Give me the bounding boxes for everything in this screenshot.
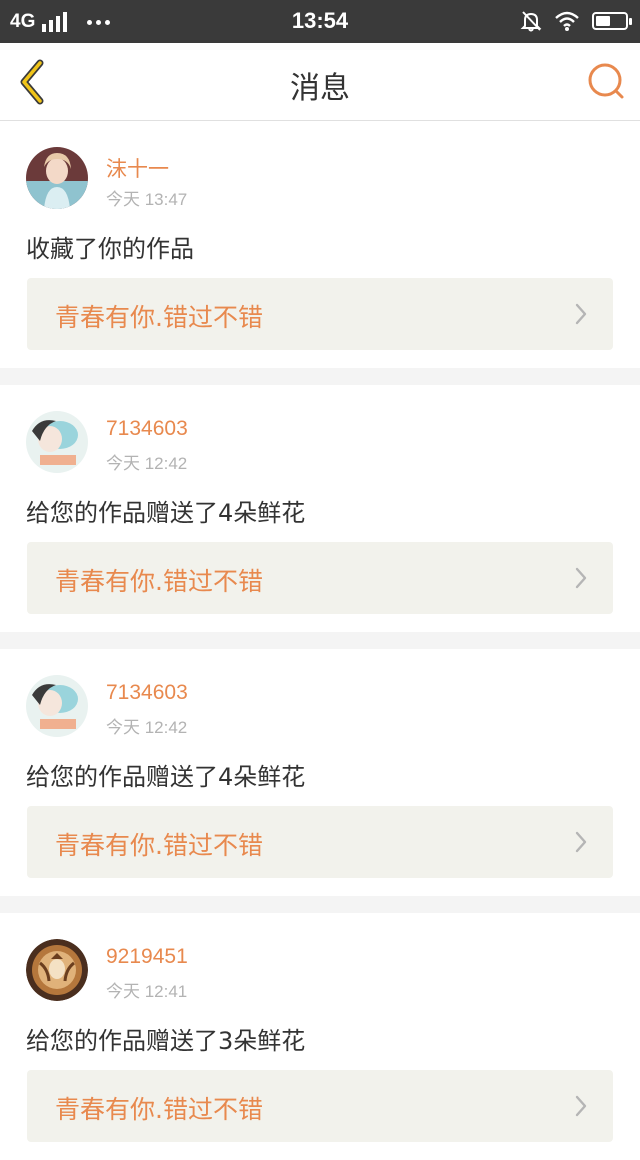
mute-bell-icon	[520, 11, 542, 32]
work-title: 青春有你.错过不错	[55, 831, 263, 860]
search-button[interactable]	[586, 61, 626, 101]
portrait-photo-icon	[26, 147, 88, 209]
status-bar: 4G 13:54	[0, 0, 640, 43]
message-text: 给您的作品赠送了3朵鲜花	[26, 1027, 306, 1055]
username[interactable]: 9219451	[106, 945, 188, 969]
work-title: 青春有你.错过不错	[55, 567, 263, 596]
nav-bar: 消息	[0, 43, 640, 121]
message-card: 7134603 今天 12:42 给您的作品赠送了4朵鲜花 青春有你.错过不错	[0, 385, 640, 632]
portrait-photo-icon	[26, 411, 88, 473]
avatar[interactable]	[26, 147, 88, 209]
battery-icon	[592, 12, 632, 30]
battery-level	[596, 16, 610, 26]
timestamp: 今天 12:41	[106, 982, 188, 1001]
wifi-icon	[555, 11, 579, 31]
search-icon	[588, 63, 624, 99]
timestamp: 今天 12:42	[106, 454, 188, 473]
work-title: 青春有你.错过不错	[55, 303, 263, 332]
avatar[interactable]	[26, 939, 88, 1001]
work-link[interactable]: 青春有你.错过不错	[27, 806, 613, 878]
timestamp: 今天 12:42	[106, 718, 188, 737]
message-card: 7134603 今天 12:42 给您的作品赠送了4朵鲜花 青春有你.错过不错	[0, 649, 640, 896]
message-card: 9219451 今天 12:41 给您的作品赠送了3朵鲜花 青春有你.错过不错	[0, 913, 640, 1160]
status-right	[520, 8, 632, 34]
username[interactable]: 7134603	[106, 681, 188, 705]
timestamp: 今天 13:47	[106, 190, 188, 209]
message-text: 给您的作品赠送了4朵鲜花	[26, 763, 306, 791]
chevron-right-icon	[575, 1095, 587, 1117]
work-title: 青春有你.错过不错	[55, 1095, 263, 1124]
chevron-right-icon	[575, 303, 587, 325]
message-text: 收藏了你的作品	[26, 235, 194, 263]
avatar[interactable]	[26, 675, 88, 737]
logo-avatar-icon	[26, 939, 88, 1001]
work-link[interactable]: 青春有你.错过不错	[27, 542, 613, 614]
message-card: 沫十一 今天 13:47 收藏了你的作品 青春有你.错过不错	[0, 121, 640, 368]
portrait-photo-icon	[26, 675, 88, 737]
chevron-right-icon	[575, 567, 587, 589]
message-text: 给您的作品赠送了4朵鲜花	[26, 499, 306, 527]
page-title: 消息	[290, 71, 350, 106]
avatar[interactable]	[26, 411, 88, 473]
chevron-right-icon	[575, 831, 587, 853]
username[interactable]: 沫十一	[106, 153, 169, 183]
work-link[interactable]: 青春有你.错过不错	[27, 1070, 613, 1142]
work-link[interactable]: 青春有你.错过不错	[27, 278, 613, 350]
username[interactable]: 7134603	[106, 417, 188, 441]
